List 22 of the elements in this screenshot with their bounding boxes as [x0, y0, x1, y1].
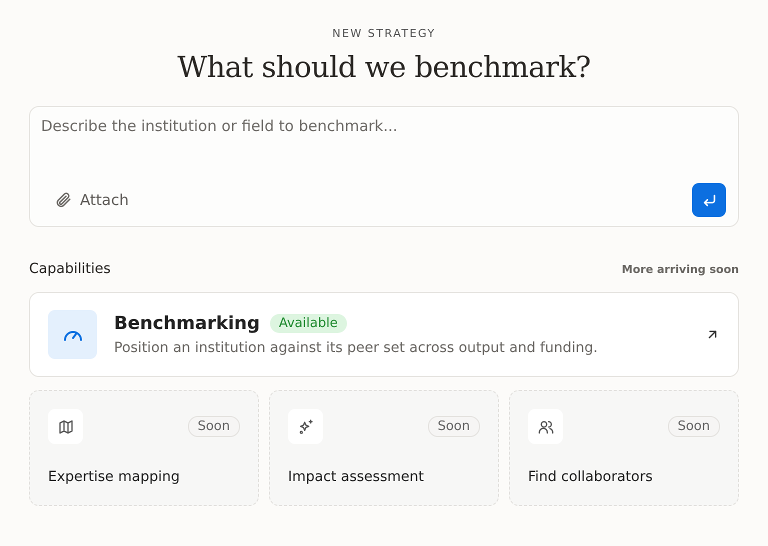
soon-badge: Soon — [668, 416, 720, 437]
send-button[interactable] — [692, 183, 726, 217]
section-note: More arriving soon — [622, 262, 739, 276]
section-heading: Capabilities — [29, 261, 111, 277]
sparkle-icon — [288, 409, 323, 444]
available-badge: Available — [270, 314, 347, 333]
eyebrow-label: NEW STRATEGY — [332, 27, 436, 40]
card-title: Expertise mapping — [48, 469, 181, 485]
card-title: Benchmarking — [114, 313, 260, 334]
card-title: Find collaborators — [528, 469, 654, 485]
paperclip-icon — [54, 191, 72, 209]
page-title: What should we benchmark? — [177, 50, 591, 84]
gauge-icon — [48, 310, 97, 359]
people-icon — [528, 409, 563, 444]
capability-card[interactable]: Benchmarking Available Position an institution against its peer set across output and funding. — [29, 292, 739, 377]
soon-badge: Soon — [428, 416, 480, 437]
card-description: Position an institution against its peer set across output and funding. — [114, 340, 599, 356]
attach-button[interactable]: Attach — [41, 191, 129, 209]
map-icon — [48, 409, 83, 444]
soon-badge: Soon — [188, 416, 240, 437]
prompt-field[interactable]: Describe the institution or field to benchmark... Attach — [29, 106, 739, 227]
card-title: Impact assessment — [288, 469, 425, 485]
